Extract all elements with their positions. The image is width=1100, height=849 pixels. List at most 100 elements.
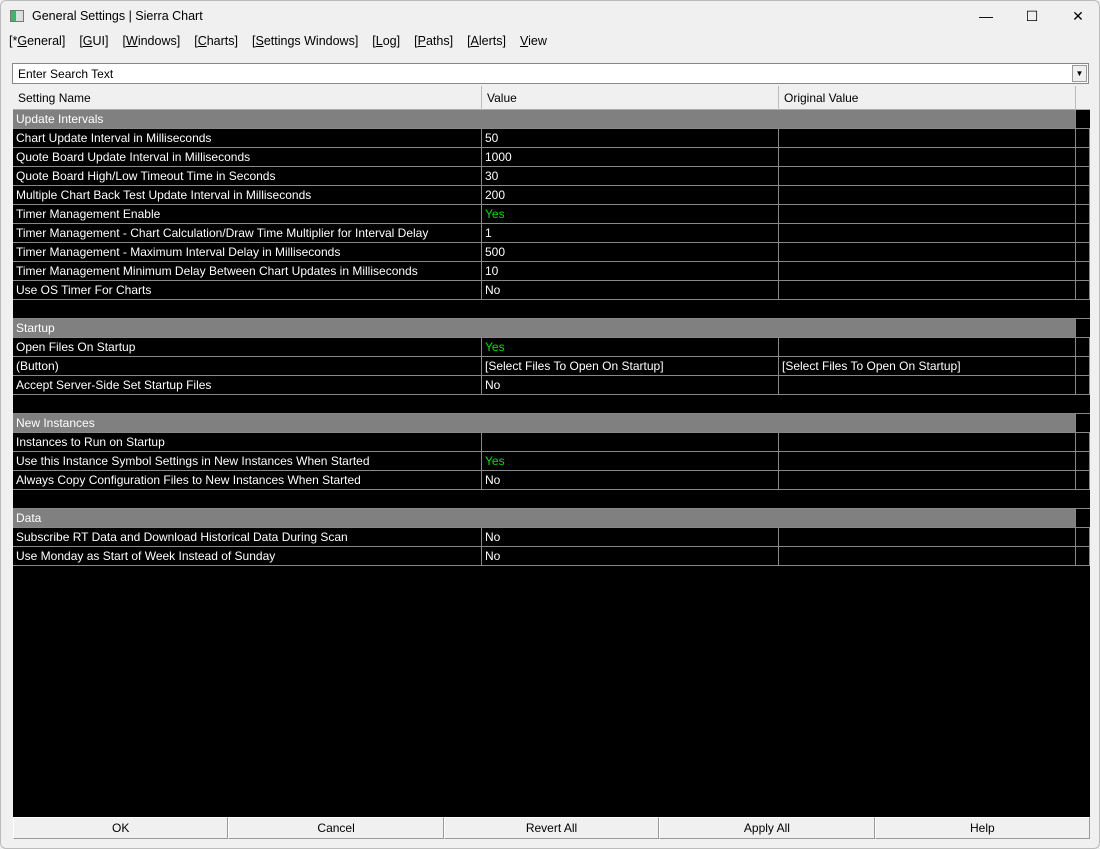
settings-grid: Setting Name Value Original Value Update… — [13, 86, 1090, 817]
setting-value[interactable]: Yes — [482, 452, 779, 470]
setting-name: Always Copy Configuration Files to New I… — [13, 471, 482, 489]
setting-value[interactable]: 200 — [482, 186, 779, 204]
chevron-down-icon[interactable]: ▼ — [1072, 65, 1087, 82]
row-end-cell — [1076, 224, 1090, 242]
menu-item-text: UI] — [92, 34, 109, 48]
menu-item-text: G — [82, 34, 93, 48]
setting-name: Multiple Chart Back Test Update Interval… — [13, 186, 482, 204]
setting-value[interactable]: 1 — [482, 224, 779, 242]
row-end-cell — [1076, 471, 1090, 489]
setting-value[interactable]: 500 — [482, 243, 779, 261]
menu-item-text: lerts] — [478, 34, 506, 48]
setting-value[interactable]: [Select Files To Open On Startup] — [482, 357, 779, 375]
setting-value[interactable]: 50 — [482, 129, 779, 147]
menu-item-text: aths] — [425, 34, 454, 48]
setting-row[interactable]: (Button) [Select Files To Open On Startup… — [13, 357, 1090, 376]
apply-all-button[interactable]: Apply All — [659, 817, 875, 839]
setting-value[interactable]: 10 — [482, 262, 779, 280]
row-end-cell — [1076, 547, 1090, 565]
maximize-button[interactable]: ☐ — [1009, 1, 1055, 31]
setting-row[interactable]: Timer Management Minimum Delay Between C… — [13, 262, 1090, 281]
setting-name: (Button) — [13, 357, 482, 375]
setting-row[interactable]: Quote Board Update Interval in Milliseco… — [13, 148, 1090, 167]
setting-name: Timer Management Minimum Delay Between C… — [13, 262, 482, 280]
setting-value[interactable]: 30 — [482, 167, 779, 185]
menu-item-alerts[interactable]: [Alerts] — [467, 34, 506, 48]
setting-name: Chart Update Interval in Milliseconds — [13, 129, 482, 147]
menu-item-text: ettings Windows] — [263, 34, 359, 48]
search-input[interactable]: Enter Search Text ▼ — [12, 63, 1089, 84]
row-end-cell — [1076, 357, 1090, 375]
cancel-button[interactable]: Cancel — [228, 817, 444, 839]
setting-value[interactable]: Yes — [482, 338, 779, 356]
original-value — [779, 224, 1076, 242]
setting-row[interactable]: Chart Update Interval in Milliseconds 50 — [13, 129, 1090, 148]
setting-row[interactable]: Use this Instance Symbol Settings in New… — [13, 452, 1090, 471]
menu-item-charts[interactable]: [Charts] — [194, 34, 238, 48]
setting-row[interactable]: Accept Server-Side Set Startup Files No — [13, 376, 1090, 395]
menu-item-paths[interactable]: [Paths] — [414, 34, 453, 48]
menu-bar: [*General] [GUI] [Windows] [Charts] [Setting… — [9, 34, 547, 48]
setting-value[interactable]: Yes — [482, 205, 779, 223]
setting-row[interactable]: Use OS Timer For Charts No — [13, 281, 1090, 300]
menu-item-text: iew — [528, 34, 547, 48]
row-end-cell — [1076, 452, 1090, 470]
minimize-button[interactable]: — — [963, 1, 1009, 31]
setting-row[interactable]: Use Monday as Start of Week Instead of S… — [13, 547, 1090, 566]
setting-row[interactable]: Quote Board High/Low Timeout Time in Sec… — [13, 167, 1090, 186]
setting-name: Use OS Timer For Charts — [13, 281, 482, 299]
setting-row[interactable]: Timer Management - Maximum Interval Dela… — [13, 243, 1090, 262]
menu-item-text: V — [519, 34, 529, 48]
menu-item-settingswindows[interactable]: [Settings Windows] — [252, 34, 358, 48]
group-label: Startup — [13, 319, 1076, 337]
setting-value[interactable]: 1000 — [482, 148, 779, 166]
group-header-row[interactable]: Update Intervals — [13, 110, 1090, 129]
menu-item-text: W — [126, 34, 138, 48]
menu-item-log[interactable]: [Log] — [372, 34, 400, 48]
menu-item-text: harts] — [206, 34, 238, 48]
column-header-original-value[interactable]: Original Value — [779, 86, 1076, 110]
column-header-setting-name[interactable]: Setting Name — [13, 86, 482, 110]
spacer-row — [13, 395, 1090, 414]
setting-row[interactable]: Open Files On Startup Yes — [13, 338, 1090, 357]
original-value — [779, 148, 1076, 166]
setting-value[interactable] — [482, 433, 779, 451]
menu-item-gui[interactable]: [GUI] — [79, 34, 108, 48]
setting-name: Timer Management - Maximum Interval Dela… — [13, 243, 482, 261]
original-value — [779, 376, 1076, 394]
ok-button[interactable]: OK — [13, 817, 229, 839]
setting-row[interactable]: Instances to Run on Startup — [13, 433, 1090, 452]
setting-row[interactable]: Always Copy Configuration Files to New I… — [13, 471, 1090, 490]
setting-row[interactable]: Multiple Chart Back Test Update Interval… — [13, 186, 1090, 205]
original-value — [779, 338, 1076, 356]
menu-item-windows[interactable]: [Windows] — [123, 34, 181, 48]
menu-item-text: eneral] — [27, 34, 66, 48]
menu-item-text: A — [470, 34, 479, 48]
setting-value[interactable]: No — [482, 376, 779, 394]
group-header-row[interactable]: Data — [13, 509, 1090, 528]
setting-name: Subscribe RT Data and Download Historica… — [13, 528, 482, 546]
row-end-cell — [1076, 338, 1090, 356]
group-label: Data — [13, 509, 1076, 527]
close-button[interactable]: ✕ — [1055, 1, 1100, 31]
revert-all-button[interactable]: Revert All — [443, 817, 660, 839]
group-header-row[interactable]: New Instances — [13, 414, 1090, 433]
help-button[interactable]: Help — [874, 817, 1091, 839]
setting-value[interactable]: No — [482, 547, 779, 565]
original-value — [779, 205, 1076, 223]
menu-item-view[interactable]: View — [520, 34, 547, 48]
setting-row[interactable]: Timer Management Enable Yes — [13, 205, 1090, 224]
column-header-value[interactable]: Value — [482, 86, 779, 110]
original-value — [779, 186, 1076, 204]
setting-row[interactable]: Timer Management - Chart Calculation/Dra… — [13, 224, 1090, 243]
menu-item-general[interactable]: [*General] — [9, 34, 65, 48]
setting-row[interactable]: Subscribe RT Data and Download Historica… — [13, 528, 1090, 547]
setting-value[interactable]: No — [482, 528, 779, 546]
setting-value[interactable]: No — [482, 281, 779, 299]
grid-header: Setting Name Value Original Value — [13, 86, 1090, 110]
group-label: New Instances — [13, 414, 1076, 432]
setting-value[interactable]: No — [482, 471, 779, 489]
group-header-row[interactable]: Startup — [13, 319, 1090, 338]
app-icon — [10, 10, 24, 22]
group-label: Update Intervals — [13, 110, 1076, 128]
